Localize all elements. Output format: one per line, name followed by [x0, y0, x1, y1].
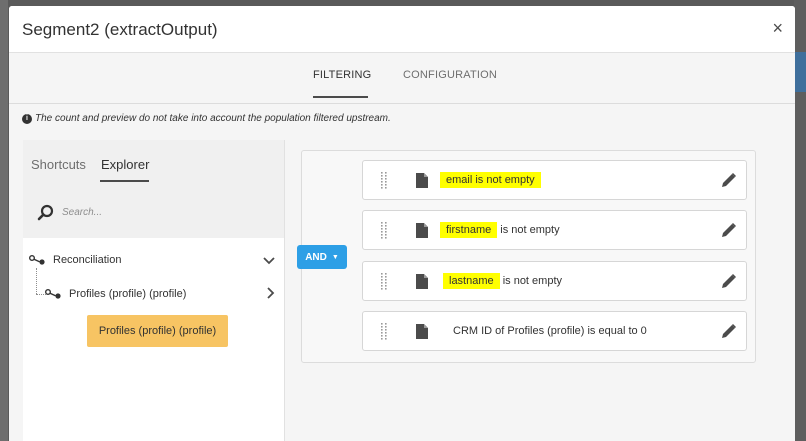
rule-item[interactable]: email is not empty	[362, 160, 747, 200]
explorer-tree: Reconciliation Profiles (profile) (profi…	[23, 238, 284, 441]
rule-rest: is not empty	[497, 224, 560, 236]
close-icon[interactable]: ×	[772, 19, 783, 37]
backdrop-accent	[794, 52, 806, 92]
rule-highlight: email is not empty	[440, 172, 541, 188]
edit-icon[interactable]	[721, 172, 737, 188]
tab-explorer[interactable]: Explorer	[101, 157, 149, 172]
rule-rest: CRM ID of Profiles (profile) is equal to…	[453, 325, 647, 337]
operator-label: AND	[305, 251, 327, 263]
rule-text: CRM ID of Profiles (profile) is equal to…	[453, 325, 647, 337]
rule-text: email is not empty	[440, 172, 541, 188]
search-input[interactable]: Search...	[37, 202, 257, 222]
dialog-tabs: FILTERING CONFIGURATION	[9, 53, 795, 104]
document-icon	[416, 274, 428, 289]
drag-handle-icon[interactable]	[381, 172, 387, 189]
upstream-notice: i The count and preview do not take into…	[22, 113, 391, 124]
rule-highlight: lastname	[443, 273, 500, 289]
active-tab-indicator	[313, 96, 368, 98]
dialog-title: Segment2 (extractOutput)	[22, 20, 218, 39]
rule-text: firstname is not empty	[440, 222, 560, 238]
tab-shortcuts[interactable]: Shortcuts	[31, 157, 86, 172]
tree-item-reconciliation[interactable]: Reconciliation	[23, 250, 285, 270]
chevron-right-icon[interactable]	[267, 286, 275, 302]
caret-down-icon: ▼	[331, 253, 339, 261]
drag-handle-icon[interactable]	[381, 323, 387, 340]
rule-item[interactable]: firstname is not empty	[362, 210, 747, 250]
rule-text: lastname is not empty	[443, 273, 562, 289]
tab-filtering[interactable]: FILTERING	[313, 69, 371, 81]
search-icon	[37, 204, 54, 220]
tree-item-label: Reconciliation	[53, 254, 122, 266]
tree-item-profiles[interactable]: Profiles (profile) (profile)	[23, 284, 285, 304]
document-icon	[416, 173, 428, 188]
and-operator-button[interactable]: AND ▼	[297, 245, 347, 269]
explorer-panel: Shortcuts Explorer Search... Reconciliat…	[23, 140, 285, 441]
drag-handle-icon[interactable]	[381, 273, 387, 290]
link-icon	[29, 255, 45, 265]
search-placeholder: Search...	[62, 206, 103, 218]
edit-icon[interactable]	[721, 273, 737, 289]
edit-icon[interactable]	[721, 323, 737, 339]
notice-text: The count and preview do not take into a…	[35, 113, 391, 124]
drag-handle-icon[interactable]	[381, 222, 387, 239]
chevron-down-icon[interactable]	[263, 253, 275, 268]
tab-configuration[interactable]: CONFIGURATION	[403, 69, 497, 81]
link-icon	[45, 289, 61, 299]
backdrop	[0, 0, 8, 441]
info-icon: i	[22, 113, 32, 124]
rule-item[interactable]: lastname is not empty	[362, 261, 747, 301]
tree-item-label: Profiles (profile) (profile)	[69, 288, 187, 300]
edit-icon[interactable]	[721, 222, 737, 238]
rule-rest: is not empty	[499, 275, 562, 287]
tooltip: Profiles (profile) (profile)	[87, 315, 228, 347]
active-panel-tab-indicator	[100, 180, 149, 182]
backdrop-right	[794, 0, 806, 441]
dialog-header: Segment2 (extractOutput) ×	[9, 6, 795, 53]
rules-container: email is not empty firstname is not empt…	[301, 150, 756, 363]
document-icon	[416, 324, 428, 339]
explorer-panel-header: Shortcuts Explorer Search...	[23, 140, 284, 238]
document-icon	[416, 223, 428, 238]
rule-item[interactable]: CRM ID of Profiles (profile) is equal to…	[362, 311, 747, 351]
rule-highlight: firstname	[440, 222, 498, 238]
